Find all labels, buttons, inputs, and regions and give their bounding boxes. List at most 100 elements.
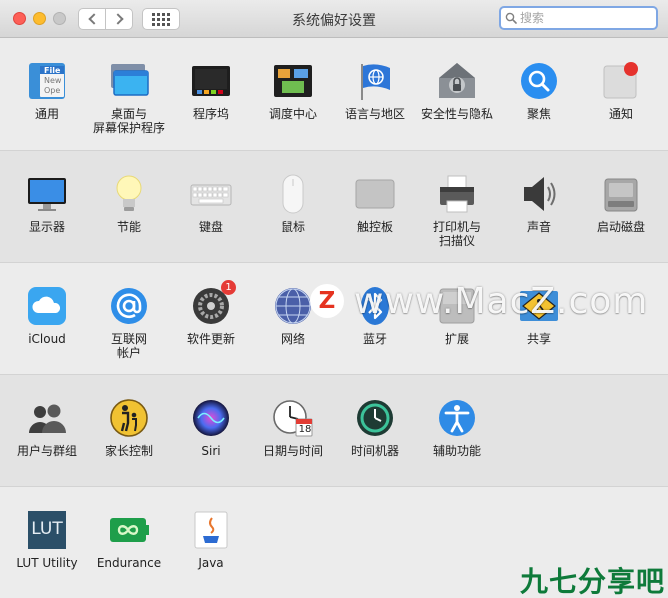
- pref-date-time-label: 日期与时间: [262, 444, 323, 458]
- general-open-label: Ope: [44, 86, 61, 95]
- pref-siri-label: Siri: [201, 444, 221, 458]
- pref-printers-scanners[interactable]: 打印机与 扫描仪: [416, 151, 498, 248]
- pref-printers-scanners-label: 打印机与 扫描仪: [432, 220, 481, 248]
- pref-energy-saver[interactable]: 节能: [88, 151, 170, 234]
- pref-general-label: 通用: [34, 107, 59, 121]
- site-watermark: Z www.MacZ.com: [310, 278, 648, 324]
- pref-spotlight[interactable]: 聚焦: [498, 38, 580, 121]
- corner-watermark: 九七分享吧: [520, 565, 666, 598]
- pref-internet-accounts-label: 互联网 帐户: [110, 332, 147, 360]
- pref-java[interactable]: Java: [170, 487, 252, 570]
- title-bar: 系统偏好设置: [0, 0, 668, 38]
- endurance-icon: [108, 509, 150, 551]
- calendar-day: 18: [298, 424, 312, 435]
- general-icon: File New Ope: [26, 60, 68, 102]
- update-count-badge: 1: [221, 280, 236, 295]
- pref-extensions-label: 扩展: [444, 332, 469, 346]
- pref-accessibility[interactable]: 辅助功能: [416, 375, 498, 458]
- parental-controls-icon: [108, 397, 150, 439]
- startup-disk-icon: [600, 173, 642, 215]
- section-personal: File New Ope 通用 桌面与 屏幕保护程序 程序坞 调度中心 语言与地…: [0, 38, 668, 151]
- pref-endurance[interactable]: Endurance: [88, 487, 170, 570]
- energy-saver-icon: [108, 173, 150, 215]
- pref-siri[interactable]: Siri: [170, 375, 252, 458]
- pref-software-update[interactable]: 1 软件更新: [170, 263, 252, 346]
- section-internet: iCloud 互联网 帐户 1 软件更新 网络 蓝牙 扩展 共享 Z www.M…: [0, 263, 668, 598]
- pref-sound-label: 声音: [526, 220, 551, 234]
- pref-parental-controls[interactable]: 家长控制: [88, 375, 170, 458]
- pref-parental-controls-label: 家长控制: [104, 444, 153, 458]
- pref-sound[interactable]: 声音: [498, 151, 580, 234]
- pref-mission-control[interactable]: 调度中心: [252, 38, 334, 121]
- watermark-logo: Z: [310, 284, 344, 318]
- pref-users-groups[interactable]: 用户与群组: [6, 375, 88, 458]
- search-input[interactable]: [520, 11, 650, 25]
- pref-mouse[interactable]: 鼠标: [252, 151, 334, 234]
- pref-lut-utility-label: LUT Utility: [16, 556, 78, 570]
- pref-startup-disk-label: 启动磁盘: [596, 220, 645, 234]
- trackpad-icon: [354, 173, 396, 215]
- pref-accessibility-label: 辅助功能: [432, 444, 481, 458]
- section-hardware: 显示器 节能 键盘 鼠标 触控板 打印机与 扫描仪 声音 启动磁盘: [0, 151, 668, 263]
- security-privacy-icon: [436, 60, 478, 102]
- pref-desktop-screensaver[interactable]: 桌面与 屏幕保护程序: [88, 38, 170, 135]
- pref-desktop-screensaver-label: 桌面与 屏幕保护程序: [92, 107, 165, 135]
- sound-icon: [518, 173, 560, 215]
- watermark-text: www.MacZ.com: [354, 280, 649, 322]
- software-update-icon: 1: [190, 280, 236, 327]
- language-region-icon: [354, 60, 396, 102]
- pref-general[interactable]: File New Ope 通用: [6, 38, 88, 121]
- pref-energy-saver-label: 节能: [116, 220, 141, 234]
- pref-icloud[interactable]: iCloud: [6, 263, 88, 346]
- mouse-icon: [272, 173, 314, 215]
- pref-network-label: 网络: [280, 332, 305, 346]
- pref-keyboard-label: 键盘: [198, 220, 223, 234]
- pref-notifications[interactable]: 通知: [580, 38, 662, 121]
- notifications-icon: [600, 60, 642, 102]
- keyboard-icon: [190, 173, 232, 215]
- pref-icloud-label: iCloud: [28, 332, 66, 346]
- date-time-icon: 18: [272, 397, 314, 439]
- icloud-icon: [26, 285, 68, 327]
- dock-icon: [190, 60, 232, 102]
- pref-mouse-label: 鼠标: [280, 220, 305, 234]
- desktop-screensaver-icon: [108, 60, 150, 102]
- java-icon: [190, 509, 232, 551]
- spotlight-icon: [518, 60, 560, 102]
- pref-lut-utility[interactable]: LUT LUT Utility: [6, 487, 88, 570]
- pref-displays-label: 显示器: [28, 220, 65, 234]
- pref-java-label: Java: [198, 556, 224, 570]
- pref-startup-disk[interactable]: 启动磁盘: [580, 151, 662, 234]
- displays-icon: [26, 173, 68, 215]
- pref-sharing-label: 共享: [526, 332, 551, 346]
- pref-endurance-label: Endurance: [96, 556, 162, 570]
- pref-internet-accounts[interactable]: 互联网 帐户: [88, 263, 170, 360]
- general-new-label: New: [44, 76, 62, 85]
- pref-spotlight-label: 聚焦: [526, 107, 551, 121]
- time-machine-icon: [354, 397, 396, 439]
- internet-accounts-icon: [108, 285, 150, 327]
- pref-dock[interactable]: 程序坞: [170, 38, 252, 121]
- pref-displays[interactable]: 显示器: [6, 151, 88, 234]
- pref-date-time[interactable]: 18 日期与时间: [252, 375, 334, 458]
- pref-keyboard[interactable]: 键盘: [170, 151, 252, 234]
- section-system: 用户与群组 家长控制 Siri 18 日期与时间 时间机器 辅助功能: [0, 375, 668, 487]
- pref-bluetooth-label: 蓝牙: [362, 332, 387, 346]
- pref-language-region[interactable]: 语言与地区: [334, 38, 416, 121]
- pref-trackpad-label: 触控板: [356, 220, 393, 234]
- pref-language-region-label: 语言与地区: [344, 107, 405, 121]
- pref-mission-control-label: 调度中心: [268, 107, 317, 121]
- accessibility-icon: [436, 397, 478, 439]
- general-file-label: File: [44, 66, 61, 75]
- search-icon: [505, 12, 517, 24]
- pref-trackpad[interactable]: 触控板: [334, 151, 416, 234]
- siri-icon: [190, 397, 232, 439]
- printers-scanners-icon: [436, 173, 478, 215]
- pref-time-machine[interactable]: 时间机器: [334, 375, 416, 458]
- search-field[interactable]: [499, 6, 658, 30]
- pref-security-privacy[interactable]: 安全性与隐私: [416, 38, 498, 121]
- lut-icon-text: LUT: [31, 519, 63, 539]
- users-groups-icon: [26, 397, 68, 439]
- network-icon: [272, 285, 314, 327]
- pref-time-machine-label: 时间机器: [350, 444, 399, 458]
